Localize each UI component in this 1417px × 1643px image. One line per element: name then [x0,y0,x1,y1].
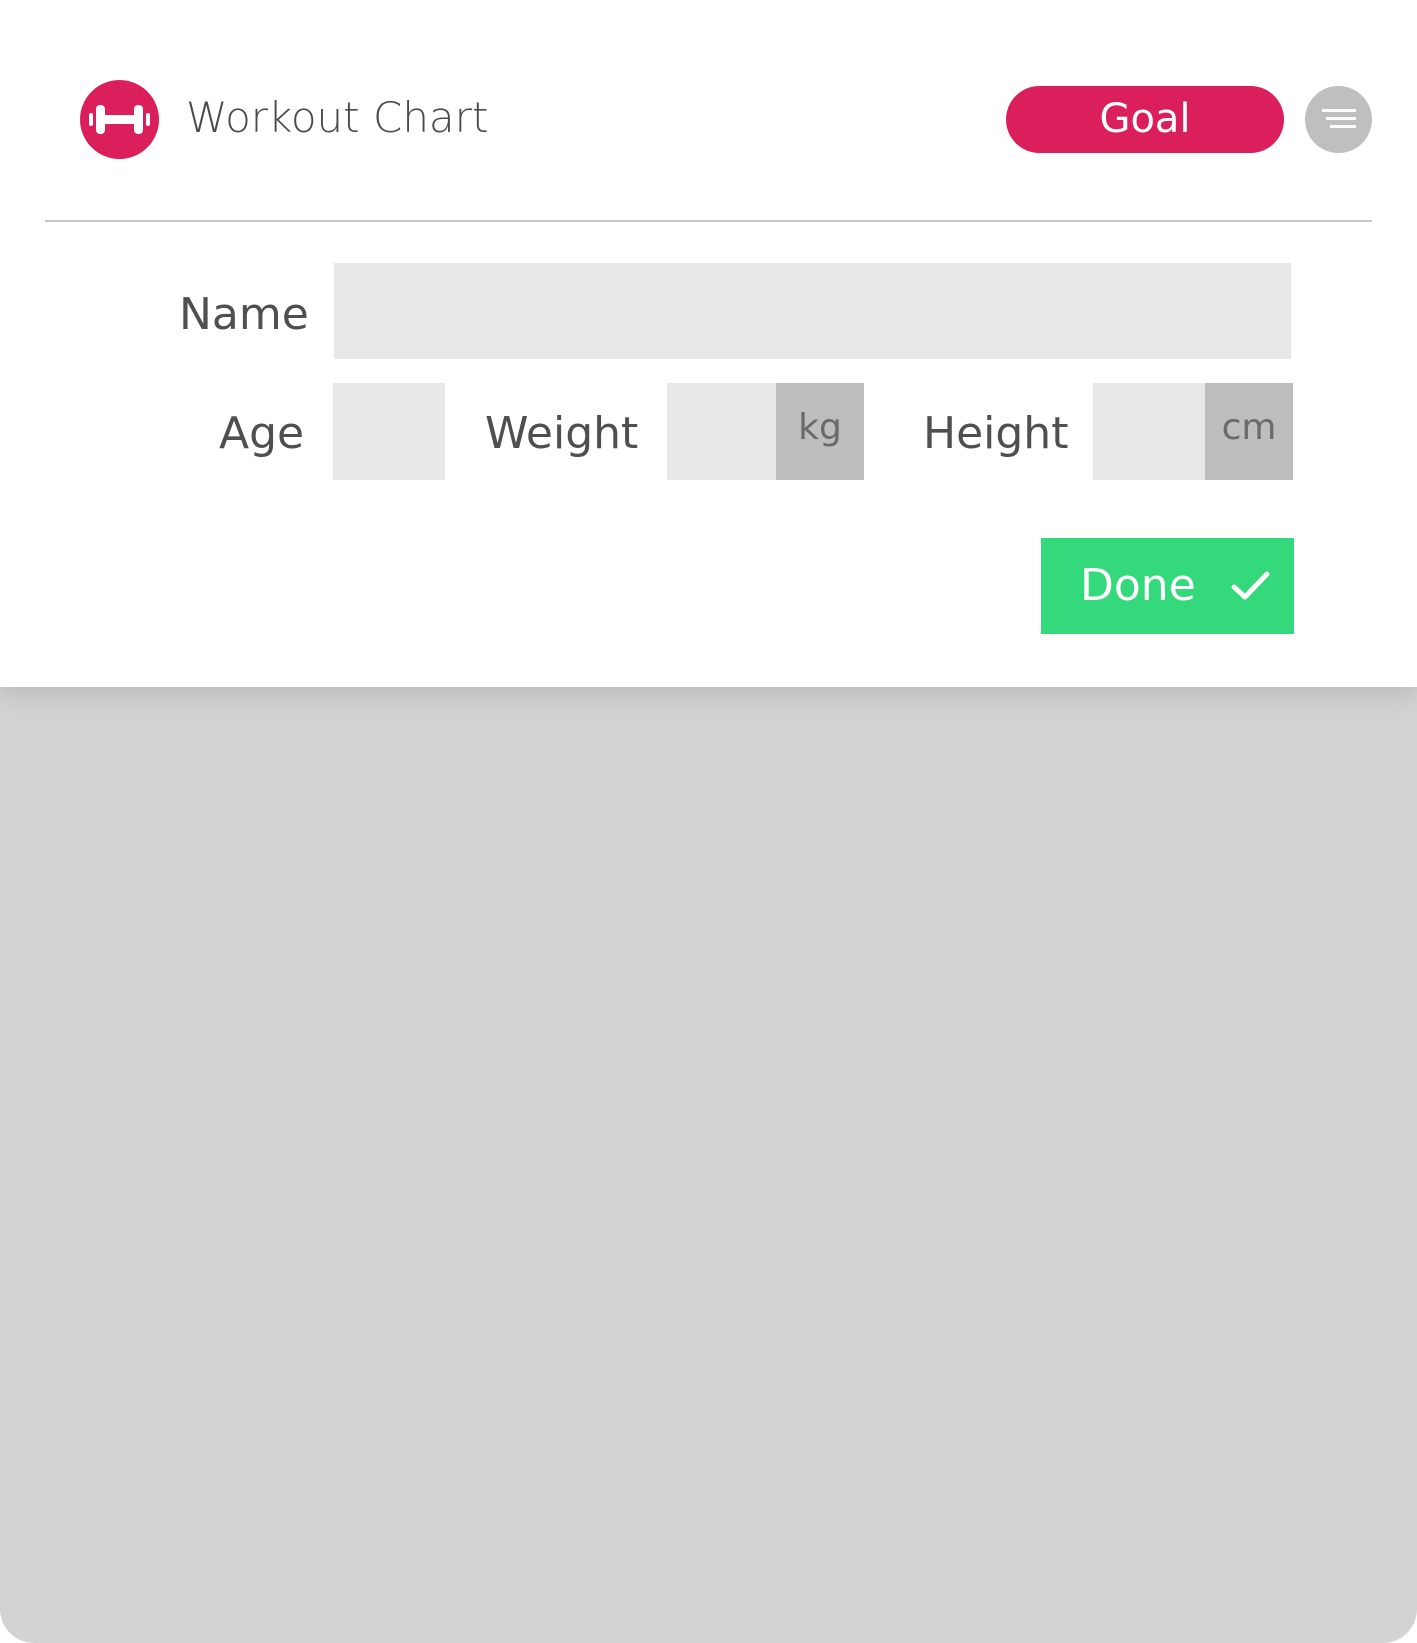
checkmark-icon [1231,571,1270,600]
profile-panel: Workout Chart Goal Name Age Weight kg He… [0,0,1417,687]
weight-unit-label: kg [776,383,864,480]
height-unit-label: cm [1205,383,1293,480]
app-title: Workout Chart [186,93,489,142]
done-label: Done [1080,560,1196,611]
app-logo [80,80,159,159]
dumbbell-icon [89,105,150,134]
name-label: Name [179,289,309,340]
hamburger-menu-icon [1322,109,1356,128]
menu-button[interactable] [1305,86,1372,153]
content-backdrop [0,687,1417,1643]
height-input[interactable] [1093,383,1205,480]
age-input[interactable] [333,383,445,480]
weight-input[interactable] [667,383,776,480]
height-label: Height [923,408,1069,459]
name-input[interactable] [334,263,1291,359]
done-button[interactable]: Done [1041,538,1294,634]
age-label: Age [219,408,305,459]
weight-label: Weight [485,408,639,459]
app-window: Workout Chart Goal Name Age Weight kg He… [0,0,1417,1643]
goal-button[interactable]: Goal [1006,86,1284,153]
header-divider [45,220,1372,222]
